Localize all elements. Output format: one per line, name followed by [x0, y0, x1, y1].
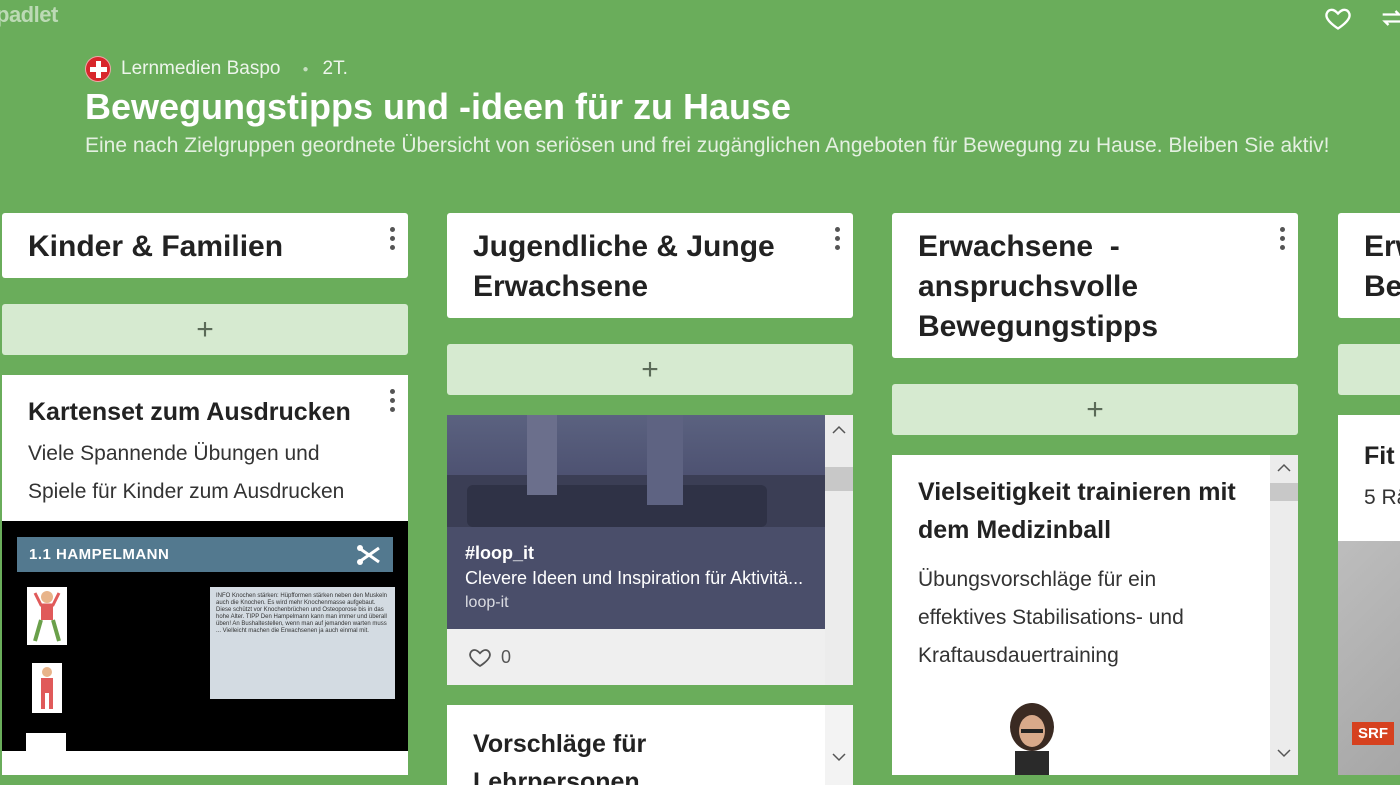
column-header: Kinder & Familien [2, 213, 408, 278]
add-post-button[interactable]: + [447, 344, 853, 395]
scissors-icon [357, 545, 380, 565]
figure-illustration [32, 663, 62, 713]
preview-source: loop-it [465, 594, 509, 611]
post-title: Kartenset zum Ausdrucken [28, 398, 351, 426]
post-scrollbar[interactable] [1270, 455, 1298, 775]
page-subtitle: Eine nach Zielgruppen geordnete Übersich… [85, 134, 1330, 157]
more-options-icon[interactable] [386, 227, 398, 255]
heart-icon[interactable] [1324, 4, 1352, 32]
column-jugendliche: Jugendliche & Junge Erwachsene + #loop_i… [447, 213, 853, 785]
chevron-up-icon[interactable] [1276, 461, 1292, 473]
like-count: 0 [501, 646, 512, 667]
post-image[interactable] [997, 699, 1067, 775]
author-name[interactable]: Lernmedien Baspo [121, 58, 281, 80]
link-preview[interactable]: #loop_it Clevere Ideen und Inspiration f… [447, 415, 825, 629]
reactions-row: 0 [447, 629, 825, 685]
column-header: Erw Be [1338, 213, 1400, 318]
image-heading: 1.1 HAMPELMANN [17, 537, 393, 572]
post-title: Vorschläge für Lehrpersonen [473, 730, 647, 785]
author-row: Lernmedien Baspo ● 2T. [85, 56, 348, 82]
post-body: Viele Spannende Übungen und Spiele für K… [28, 442, 345, 503]
column-title: Jugendliche & Junge Erwachsene [473, 230, 775, 303]
column-title: Kinder & Familien [28, 230, 284, 263]
remake-icon[interactable] [1378, 4, 1400, 32]
column-erwachsene: Erw Be + Fit 5 Rä [1338, 213, 1400, 775]
add-post-button[interactable]: + [892, 384, 1298, 435]
chevron-up-icon[interactable] [831, 423, 847, 435]
column-header: Jugendliche & Junge Erwachsene [447, 213, 853, 318]
column-title: Erwachsene - anspruchsvolle Bewegungstip… [918, 230, 1159, 343]
post-title: Vielseitigkeit trainieren mit dem Medizi… [918, 478, 1236, 544]
separator-dot: ● [302, 63, 309, 75]
post-scrollbar[interactable] [825, 705, 853, 785]
post-image[interactable]: 1.1 HAMPELMANN INFO Knochen stärken: Hüp… [2, 521, 408, 753]
post-body: Übungsvorschläge für ein effektives Stab… [918, 568, 1184, 667]
preview-description: Clevere Ideen und Inspiration für Aktivi… [465, 568, 804, 588]
preview-image [447, 415, 825, 527]
post-body: 5 Rä [1364, 486, 1400, 509]
figure-illustration [26, 733, 66, 753]
post-scrollbar[interactable] [825, 415, 853, 685]
more-options-icon[interactable] [1276, 227, 1288, 255]
add-post-button[interactable]: + [2, 304, 408, 355]
avatar[interactable] [85, 56, 111, 82]
post-card-medizinball[interactable]: Vielseitigkeit trainieren mit dem Medizi… [892, 455, 1298, 775]
column-header: Erwachsene - anspruchsvolle Bewegungstip… [892, 213, 1298, 358]
padlet-logo[interactable]: padlet [0, 2, 58, 28]
preview-hashtag: #loop_it [465, 543, 535, 563]
post-title: Fit [1364, 442, 1395, 470]
column-title-line2: Be [1364, 270, 1400, 303]
scroll-thumb[interactable] [825, 467, 853, 491]
heart-icon[interactable] [467, 645, 493, 669]
preview-caption: #loop_it Clevere Ideen und Inspiration f… [447, 527, 825, 629]
srf-badge: SRF [1352, 722, 1394, 745]
time-ago: 2T. [322, 58, 348, 79]
post-card-loop-it[interactable]: #loop_it Clevere Ideen und Inspiration f… [447, 415, 853, 685]
figure-illustration [27, 587, 67, 645]
more-options-icon[interactable] [386, 389, 398, 417]
column-kinder-familien: Kinder & Familien + Kartenset zum Ausdru… [2, 213, 408, 775]
page-title: Bewegungstipps und -ideen für zu Hause [85, 86, 792, 127]
column-title-line1: Erw [1364, 230, 1400, 263]
chevron-down-icon[interactable] [831, 751, 847, 763]
post-card-kartenset[interactable]: Kartenset zum Ausdrucken Viele Spannende… [2, 375, 408, 775]
column-erwachsene-anspruchsvoll: Erwachsene - anspruchsvolle Bewegungstip… [892, 213, 1298, 775]
chevron-down-icon[interactable] [1276, 747, 1292, 759]
more-options-icon[interactable] [831, 227, 843, 255]
post-card-fit[interactable]: Fit 5 Rä [1338, 415, 1400, 775]
info-box: INFO Knochen stärken: Hüpfformen stärken… [210, 587, 395, 699]
post-card-lehrpersonen[interactable]: Vorschläge für Lehrpersonen [447, 705, 853, 785]
add-post-button[interactable]: + [1338, 344, 1400, 395]
scroll-thumb[interactable] [1270, 483, 1298, 501]
